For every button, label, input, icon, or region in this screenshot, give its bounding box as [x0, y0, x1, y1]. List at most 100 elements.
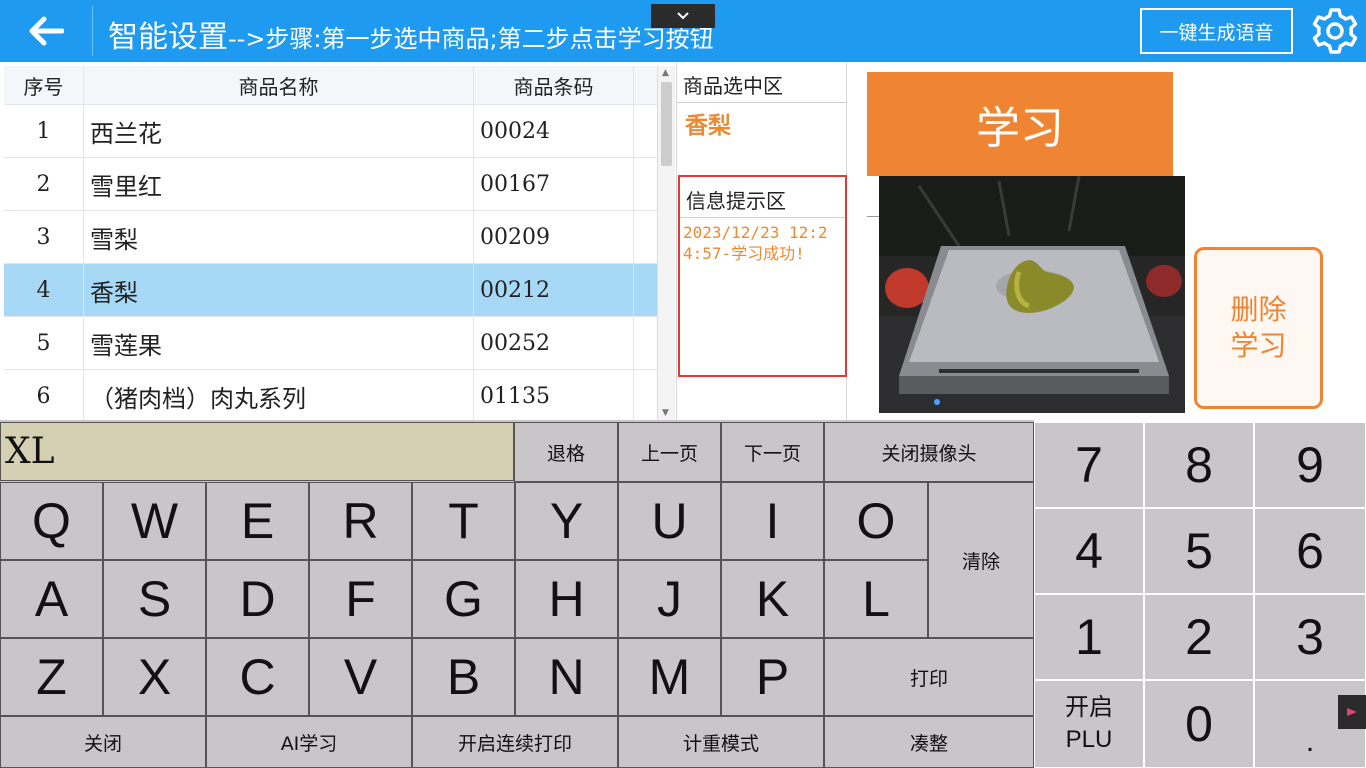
scroll-thumb[interactable] — [661, 82, 672, 166]
plu-line2: PLU — [1065, 726, 1113, 753]
learn-button[interactable]: 学习 — [867, 72, 1173, 176]
numpad-1[interactable]: 1 — [1034, 594, 1144, 680]
smart-settings-screen: 智能设置-->步骤:第一步选中商品;第二步点击学习按钮 一键生成语音 序号 商品… — [0, 0, 1366, 768]
numpad-0[interactable]: 0 — [1144, 680, 1254, 768]
close-key[interactable]: 关闭 — [0, 716, 206, 768]
prev-page-key[interactable]: 上一页 — [618, 422, 721, 482]
open-plu-key[interactable]: 开启 PLU — [1034, 680, 1144, 768]
table-row[interactable]: 5 雪莲果 00252 — [4, 317, 657, 370]
row-no: 3 — [4, 211, 84, 263]
row-code: 00024 — [474, 105, 634, 157]
delete-button-line1: 删除 — [1230, 293, 1287, 326]
key-v[interactable]: V — [309, 638, 412, 716]
print-key[interactable]: 打印 — [824, 638, 1034, 716]
key-d[interactable]: D — [206, 560, 309, 638]
key-a[interactable]: A — [0, 560, 103, 638]
generate-voice-button[interactable]: 一键生成语音 — [1140, 8, 1293, 54]
settings-button[interactable] — [1309, 5, 1361, 57]
key-z[interactable]: Z — [0, 638, 103, 716]
table-row[interactable]: 1 西兰花 00024 — [4, 105, 657, 158]
key-l[interactable]: L — [824, 560, 928, 638]
column-header-spacer — [634, 66, 657, 104]
numpad-3[interactable]: 3 — [1254, 594, 1366, 680]
numpad-5[interactable]: 5 — [1144, 508, 1254, 594]
continuous-print-key[interactable]: 开启连续打印 — [412, 716, 618, 768]
table-row-selected[interactable]: 4 香梨 00212 — [4, 264, 657, 317]
table-row[interactable]: 3 雪梨 00209 — [4, 211, 657, 264]
key-j[interactable]: J — [618, 560, 721, 638]
next-page-key[interactable]: 下一页 — [721, 422, 824, 482]
row-code: 01135 — [474, 370, 634, 420]
key-f[interactable]: F — [309, 560, 412, 638]
delete-learning-button[interactable]: 删除 学习 — [1194, 247, 1323, 409]
back-button[interactable] — [0, 0, 92, 62]
camera-feed-image — [879, 176, 1185, 413]
key-x[interactable]: X — [103, 638, 206, 716]
key-s[interactable]: S — [103, 560, 206, 638]
page-title-text: 智能设置 — [108, 20, 228, 55]
row-code: 00252 — [474, 317, 634, 369]
key-i[interactable]: I — [721, 482, 824, 560]
weigh-mode-key[interactable]: 计重模式 — [618, 716, 824, 768]
key-w[interactable]: W — [103, 482, 206, 560]
row-no: 5 — [4, 317, 84, 369]
table-row[interactable]: 6 （猪肉档）肉丸系列 01135 — [4, 370, 657, 420]
row-no: 2 — [4, 158, 84, 210]
key-g[interactable]: G — [412, 560, 515, 638]
scroll-up-arrow-icon[interactable]: ▲ — [662, 68, 669, 78]
numpad-7[interactable]: 7 — [1034, 422, 1144, 508]
close-camera-key[interactable]: 关闭摄像头 — [824, 422, 1034, 482]
row-no: 1 — [4, 105, 84, 157]
flag-icon — [1347, 708, 1357, 716]
key-u[interactable]: U — [618, 482, 721, 560]
search-input[interactable]: XL — [0, 422, 514, 481]
key-c[interactable]: C — [206, 638, 309, 716]
row-name: 雪梨 — [84, 211, 474, 263]
column-header-no: 序号 — [4, 66, 84, 104]
numpad-2[interactable]: 2 — [1144, 594, 1254, 680]
info-message: 2023/12/23 12:24:57-学习成功! — [683, 223, 828, 263]
key-b[interactable]: B — [412, 638, 515, 716]
numpad-6[interactable]: 6 — [1254, 508, 1366, 594]
delete-button-line2: 学习 — [1230, 329, 1287, 362]
row-name: 雪莲果 — [84, 317, 474, 369]
row-code: 00167 — [474, 158, 634, 210]
learn-divider — [867, 216, 879, 217]
numpad-9[interactable]: 9 — [1254, 422, 1366, 508]
key-h[interactable]: H — [515, 560, 618, 638]
key-y[interactable]: Y — [515, 482, 618, 560]
page-title: 智能设置-->步骤:第一步选中商品;第二步点击学习按钮 — [108, 12, 714, 56]
table-row[interactable]: 2 雪里红 00167 — [4, 158, 657, 211]
round-off-key[interactable]: 凑整 — [824, 716, 1034, 768]
key-o[interactable]: O — [824, 482, 928, 560]
row-name: 香梨 — [84, 264, 474, 316]
info-zone-label: 信息提示区 — [686, 189, 786, 213]
scroll-down-arrow-icon[interactable]: ▼ — [662, 408, 669, 418]
column-header-code: 商品条码 — [474, 66, 634, 104]
table-scrollbar[interactable]: ▲ ▼ — [657, 66, 675, 420]
key-p[interactable]: P — [721, 638, 824, 716]
clear-key[interactable]: 清除 — [928, 482, 1034, 638]
collapse-tab[interactable] — [651, 4, 715, 28]
selection-divider — [677, 102, 847, 103]
key-t[interactable]: T — [412, 482, 515, 560]
key-m[interactable]: M — [618, 638, 721, 716]
header-divider — [92, 6, 93, 56]
floating-tool-icon[interactable] — [1338, 695, 1366, 729]
selection-zone-label: 商品选中区 — [683, 74, 783, 98]
plu-line1: 开启 — [1065, 694, 1113, 721]
selected-product: 香梨 — [685, 113, 731, 139]
numpad-8[interactable]: 8 — [1144, 422, 1254, 508]
backspace-key[interactable]: 退格 — [514, 422, 618, 482]
table-header: 序号 商品名称 商品条码 — [4, 66, 657, 105]
row-code: 00209 — [474, 211, 634, 263]
key-n[interactable]: N — [515, 638, 618, 716]
key-r[interactable]: R — [309, 482, 412, 560]
key-k[interactable]: K — [721, 560, 824, 638]
numpad-4[interactable]: 4 — [1034, 508, 1144, 594]
ai-learn-key[interactable]: AI学习 — [206, 716, 412, 768]
row-name: 西兰花 — [84, 105, 474, 157]
row-name: 雪里红 — [84, 158, 474, 210]
key-q[interactable]: Q — [0, 482, 103, 560]
key-e[interactable]: E — [206, 482, 309, 560]
